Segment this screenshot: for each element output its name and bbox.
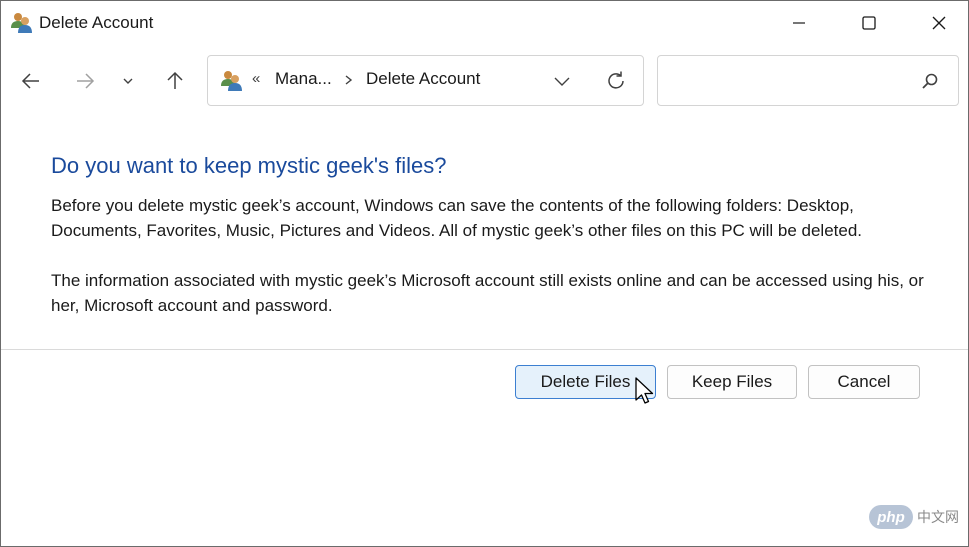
close-button[interactable] [904,1,968,45]
breadcrumb-overflow[interactable]: « [252,70,260,87]
divider [1,349,968,350]
php-logo: php [869,505,913,529]
users-icon [10,11,34,35]
maximize-button[interactable] [834,1,904,45]
arrow-right-icon [77,73,95,89]
search-input[interactable] [666,64,910,98]
title-bar: Delete Account [1,1,968,45]
mouse-cursor-icon [634,376,658,408]
arrow-left-icon [21,73,39,89]
cancel-button[interactable]: Cancel [808,365,920,399]
refresh-button[interactable] [602,67,630,95]
recent-locations-button[interactable] [114,65,142,97]
search-icon[interactable] [918,69,942,93]
arrow-up-icon [167,71,183,89]
dialog-heading: Do you want to keep mystic geek's files? [51,153,447,178]
window-title: Delete Account [39,13,154,32]
watermark: php 中文网 [869,504,961,530]
address-history-dropdown[interactable] [548,68,576,94]
minimize-button[interactable] [764,1,834,45]
breadcrumb-item-manage[interactable]: Mana... [275,69,332,89]
up-button[interactable] [159,65,191,97]
delete-account-window: Delete Account « Mana... Delete Account … [0,0,969,547]
forward-button[interactable] [69,65,101,97]
dialog-paragraph-folders: Before you delete mystic geek’s account,… [51,196,863,240]
address-bar[interactable]: « Mana... Delete Account [207,55,644,106]
close-icon [932,16,946,30]
minimize-icon [793,22,805,24]
chevron-down-icon [123,78,133,84]
navigation-bar: « Mana... Delete Account [1,45,968,117]
refresh-icon [608,71,624,89]
dialog-content: Do you want to keep mystic geek's files?… [1,117,968,349]
search-box[interactable] [657,55,959,106]
maximize-icon [862,16,876,30]
back-button[interactable] [15,65,47,97]
chevron-right-icon[interactable] [342,70,356,90]
users-icon [220,69,244,93]
breadcrumb-item-delete-account[interactable]: Delete Account [366,69,480,89]
dialog-paragraph-microsoft-account: The information associated with mystic g… [51,271,924,315]
keep-files-button[interactable]: Keep Files [667,365,797,399]
chevron-down-icon [554,77,570,86]
watermark-text: 中文网 [917,509,959,525]
